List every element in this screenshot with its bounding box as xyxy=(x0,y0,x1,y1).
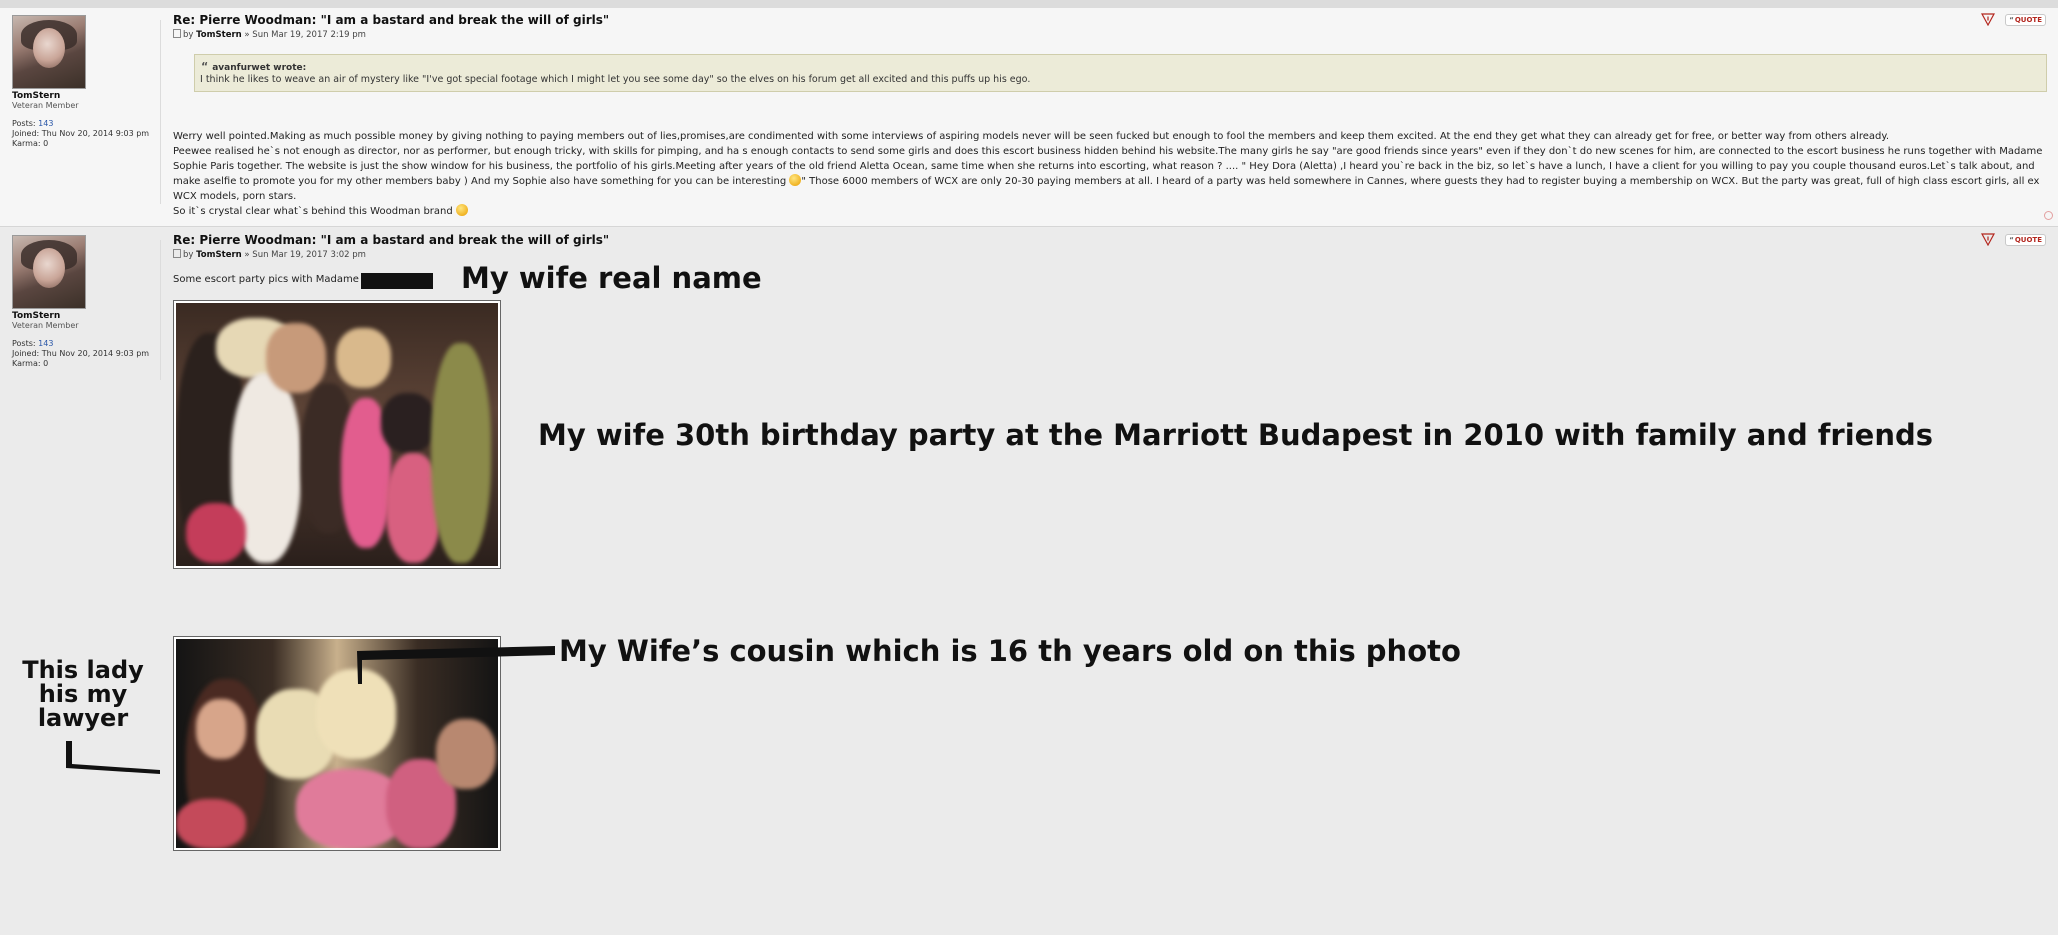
content-line: So it`s crystal clear what`s behind this… xyxy=(173,204,2043,219)
avatar[interactable] xyxy=(12,235,86,309)
meta-date: » Sun Mar 19, 2017 2:19 pm xyxy=(244,30,366,40)
profile-username[interactable]: TomStern xyxy=(12,311,160,321)
profile-stats: Posts: 143 Joined: Thu Nov 20, 2014 9:03… xyxy=(12,339,160,369)
posts-count-link[interactable]: 143 xyxy=(38,119,53,128)
post-meta: by TomStern » Sun Mar 19, 2017 3:02 pm xyxy=(173,249,2043,260)
quote-block: “avanfurwet wrote: I think he likes to w… xyxy=(194,54,2047,92)
content-paragraph: Peewee realised he`s not enough as direc… xyxy=(173,144,2043,204)
content-line: Werry well pointed.Making as much possib… xyxy=(173,131,1890,142)
quote-button-label: QUOTE xyxy=(2014,235,2042,244)
report-icon xyxy=(1981,233,1996,246)
redaction-bar xyxy=(361,273,433,289)
post-content: Some escort party pics with Madame xyxy=(173,274,359,285)
profile-rank: Veteran Member xyxy=(12,101,79,110)
joined-value: Thu Nov 20, 2014 9:03 pm xyxy=(41,129,150,138)
meta-author-link[interactable]: TomStern xyxy=(196,250,242,260)
report-post-button[interactable] xyxy=(1981,233,1996,246)
post-body: Re: Pierre Woodman: "I am a bastard and … xyxy=(173,13,2047,217)
party-photo[interactable] xyxy=(173,300,501,569)
report-icon xyxy=(1981,13,1996,26)
quote-button[interactable]: “QUOTE xyxy=(2005,233,2046,246)
smiley-icon xyxy=(455,204,468,216)
post-file-icon[interactable] xyxy=(173,249,181,258)
report-post-button[interactable] xyxy=(1981,13,1996,26)
quote-icon: “ xyxy=(2009,15,2014,24)
meta-date: » Sun Mar 19, 2017 3:02 pm xyxy=(244,250,366,260)
meta-by: by xyxy=(183,30,194,40)
karma-label: Karma: xyxy=(12,359,41,368)
post-file-icon[interactable] xyxy=(173,29,181,38)
quote-cite: “avanfurwet wrote: xyxy=(201,60,306,73)
post-body: Re: Pierre Woodman: "I am a bastard and … xyxy=(173,233,2043,260)
quote-author: avanfurwet wrote: xyxy=(212,63,307,73)
posts-label: Posts: xyxy=(12,339,36,348)
annotation-lawyer: This lady his my lawyer xyxy=(22,656,144,732)
forum-post: TomStern Veteran Member Posts: 143 Joine… xyxy=(0,8,2058,227)
content-text: Some escort party pics with Madame xyxy=(173,274,359,285)
quote-mark-icon: “ xyxy=(201,60,209,73)
joined-label: Joined: xyxy=(12,129,40,138)
post-profile: TomStern Veteran Member Posts: 143 Joine… xyxy=(12,235,160,369)
posts-count-link[interactable]: 143 xyxy=(38,339,53,348)
joined-value: Thu Nov 20, 2014 9:03 pm xyxy=(41,349,150,358)
karma-value: 0 xyxy=(43,139,49,148)
post-title[interactable]: Re: Pierre Woodman: "I am a bastard and … xyxy=(173,13,2043,27)
post-buttons: “QUOTE xyxy=(1981,233,2046,246)
quote-button[interactable]: “QUOTE xyxy=(2005,13,2046,26)
meta-by: by xyxy=(183,250,194,260)
profile-divider xyxy=(160,240,161,380)
joined-label: Joined: xyxy=(12,349,40,358)
post-profile: TomStern Veteran Member Posts: 143 Joine… xyxy=(12,15,160,149)
annotation-cousin: My Wife’s cousin which is 16 th years ol… xyxy=(559,634,1461,668)
family-photo[interactable] xyxy=(173,636,501,851)
karma-label: Karma: xyxy=(12,139,41,148)
profile-divider xyxy=(160,20,161,204)
profile-username[interactable]: TomStern xyxy=(12,91,160,101)
smiley-icon xyxy=(789,174,802,186)
annotation-birthday: My wife 30th birthday party at the Marri… xyxy=(538,418,1933,452)
quote-button-label: QUOTE xyxy=(2014,15,2042,24)
profile-rank: Veteran Member xyxy=(12,321,79,330)
annotation-wife-name: My wife real name xyxy=(461,261,762,295)
quote-icon: “ xyxy=(2009,235,2014,244)
karma-value: 0 xyxy=(43,359,49,368)
back-to-top-icon[interactable] xyxy=(2044,211,2053,220)
avatar[interactable] xyxy=(12,15,86,89)
meta-author-link[interactable]: TomStern xyxy=(196,30,242,40)
post-content: Werry well pointed.Making as much possib… xyxy=(173,129,2043,219)
posts-label: Posts: xyxy=(12,119,36,128)
post-buttons: “QUOTE xyxy=(1981,13,2046,26)
post-meta: by TomStern » Sun Mar 19, 2017 2:19 pm xyxy=(173,29,2043,40)
profile-stats: Posts: 143 Joined: Thu Nov 20, 2014 9:03… xyxy=(12,119,160,149)
content-text-last: So it`s crystal clear what`s behind this… xyxy=(173,206,453,217)
quote-text: I think he likes to weave an air of myst… xyxy=(200,74,1031,85)
post-title[interactable]: Re: Pierre Woodman: "I am a bastard and … xyxy=(173,233,2043,247)
